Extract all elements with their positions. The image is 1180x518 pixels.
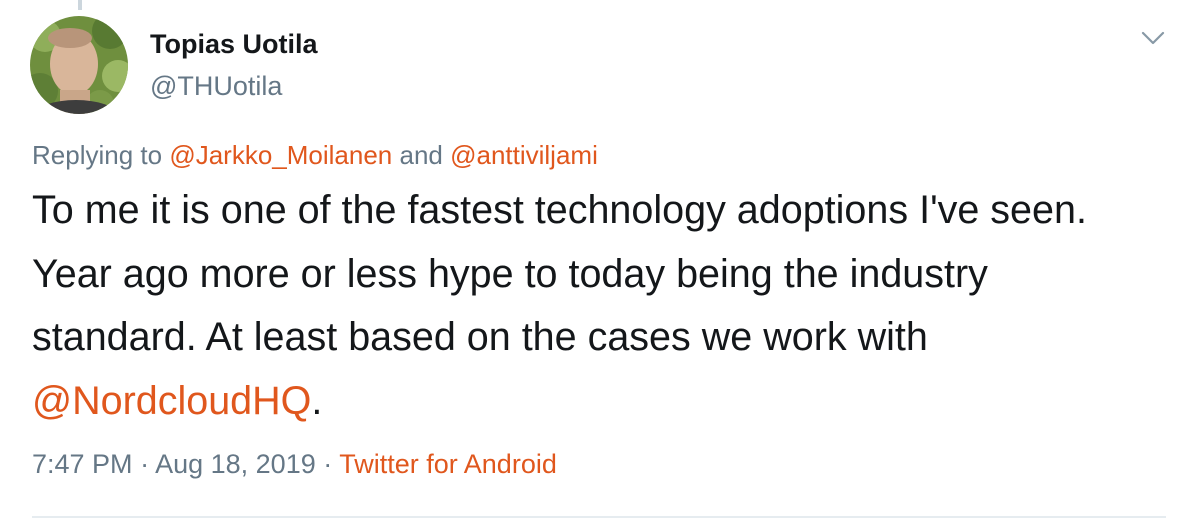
replying-prefix: Replying to [32, 140, 170, 170]
mention-link-nordcloud[interactable]: @NordcloudHQ [32, 379, 311, 423]
tweet-date[interactable]: Aug 18, 2019 [155, 449, 316, 479]
meta-separator: · [315, 449, 340, 479]
meta-separator: · [132, 449, 156, 479]
tweet-text: To me it is one of the fastest technolog… [32, 179, 1142, 433]
tweet-time[interactable]: 7:47 PM [32, 449, 133, 479]
mention-link-anttiviljami[interactable]: @anttiviljami [450, 140, 598, 170]
replying-to-line: Replying to @Jarkko_Moilanen and @anttiv… [32, 140, 598, 171]
replying-joiner: and [392, 140, 451, 170]
tweet-text-main: To me it is one of the fastest technolog… [32, 188, 1087, 359]
tweet-text-end: . [311, 378, 323, 423]
chevron-down-icon[interactable] [1140, 28, 1166, 48]
mention-link-jarkko[interactable]: @Jarkko_Moilanen [169, 140, 392, 170]
tweet-meta: 7:47 PM · Aug 18, 2019 · Twitter for And… [32, 449, 557, 480]
thread-connector-line [78, 0, 82, 10]
author-name[interactable]: Topias Uotila [150, 29, 318, 60]
avatar[interactable] [30, 16, 128, 114]
author-handle[interactable]: @THUotila [150, 71, 282, 102]
tweet-source-link[interactable]: Twitter for Android [339, 449, 557, 479]
